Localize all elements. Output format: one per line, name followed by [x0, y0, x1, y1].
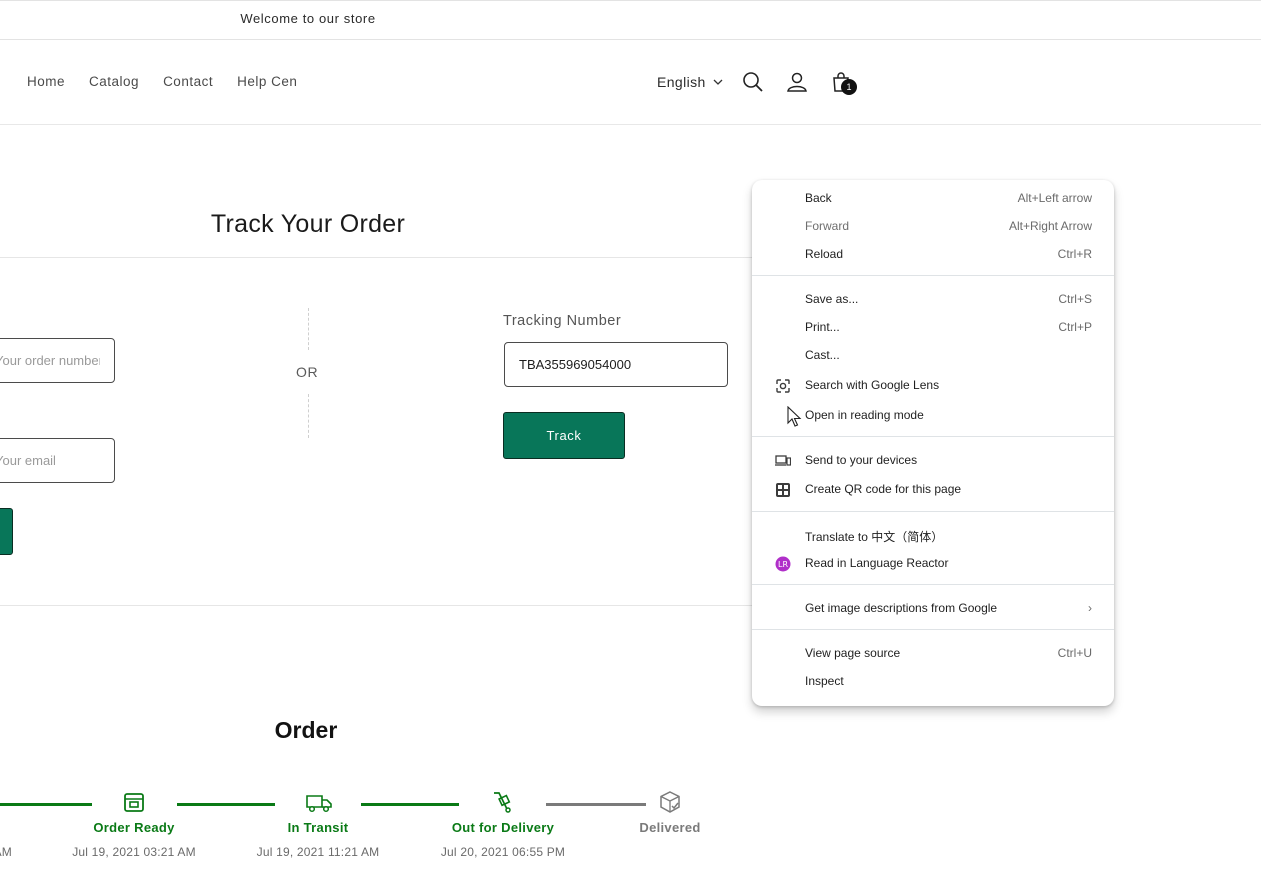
tracking-number-input[interactable] — [504, 342, 728, 387]
step-name-out-for-delivery: Out for Delivery — [451, 820, 555, 835]
menu-label: Save as... — [805, 292, 859, 306]
menu-separator — [752, 629, 1114, 630]
menu-item-inspect[interactable]: Inspect — [752, 667, 1114, 695]
menu-label: Reload — [805, 247, 844, 261]
step-date-in-transit: Jul 19, 2021 11:21 AM — [256, 845, 380, 859]
menu-label: Open in reading mode — [805, 408, 924, 422]
menu-separator — [752, 511, 1114, 512]
nav-contact[interactable]: Contact — [163, 74, 213, 89]
devices-icon — [775, 455, 791, 466]
language-reactor-icon: LR — [775, 556, 791, 572]
order-section-title: Order — [274, 717, 338, 743]
menu-shortcut: Alt+Right Arrow — [1008, 219, 1092, 233]
context-menu: Back Alt+Left arrow Forward Alt+Right Ar… — [752, 180, 1114, 706]
email-input[interactable] — [0, 438, 115, 483]
language-label: English — [657, 74, 706, 90]
or-divider-top — [308, 308, 309, 350]
menu-item-save-as[interactable]: Save as... Ctrl+S — [752, 285, 1114, 313]
menu-item-print[interactable]: Print... Ctrl+P — [752, 313, 1114, 341]
menu-shortcut: Ctrl+S — [1058, 292, 1092, 306]
menu-label: Inspect — [805, 674, 844, 688]
main-nav: Home Catalog Contact Help Cen — [27, 74, 297, 89]
menu-item-language-reactor[interactable]: LR Read in Language Reactor — [752, 549, 1114, 577]
menu-label: Create QR code for this page — [805, 482, 962, 496]
menu-shortcut: Ctrl+R — [1057, 247, 1092, 261]
menu-item-cast[interactable]: Cast... — [752, 341, 1114, 369]
step-name-in-transit: In Transit — [287, 820, 349, 835]
menu-item-google-lens[interactable]: Search with Google Lens — [752, 371, 1114, 399]
step-name-delivered: Delivered — [639, 820, 701, 835]
or-divider-bottom — [308, 394, 309, 438]
nav-catalog[interactable]: Catalog — [89, 74, 139, 89]
menu-label: Back — [805, 191, 832, 205]
menu-separator — [752, 275, 1114, 276]
search-icon[interactable] — [741, 70, 765, 94]
menu-label: Search with Google Lens — [805, 378, 940, 392]
progress-line — [361, 803, 459, 806]
mouse-cursor-icon — [787, 406, 802, 427]
divider — [0, 257, 760, 258]
or-label: OR — [296, 364, 319, 380]
menu-item-forward[interactable]: Forward Alt+Right Arrow — [752, 212, 1114, 240]
menu-label: View page source — [805, 646, 901, 660]
progress-line — [546, 803, 646, 806]
track-by-order-button[interactable] — [0, 508, 13, 555]
package-check-icon — [660, 791, 680, 813]
google-lens-icon — [776, 379, 790, 393]
announcement-text: Welcome to our store — [240, 11, 376, 26]
menu-label: Cast... — [805, 348, 840, 362]
qr-code-icon — [776, 483, 790, 497]
divider — [0, 605, 760, 606]
step-date-out-for-delivery: Jul 20, 2021 06:55 PM — [440, 845, 566, 859]
menu-item-qr-code[interactable]: Create QR code for this page — [752, 475, 1114, 503]
order-number-input[interactable] — [0, 338, 115, 383]
progress-line — [177, 803, 275, 806]
announcement-bar: Welcome to our store — [0, 0, 1261, 40]
box-icon — [124, 793, 144, 812]
step-date-tail: AM — [0, 845, 12, 859]
menu-label: Print... — [805, 320, 840, 334]
menu-shortcut: Ctrl+U — [1057, 646, 1092, 660]
menu-label: Read in Language Reactor — [805, 556, 949, 570]
menu-label: Send to your devices — [805, 453, 918, 467]
submenu-arrow-icon: › — [1088, 601, 1092, 615]
menu-label: Forward — [805, 219, 850, 233]
hand-truck-icon — [494, 792, 511, 813]
tracking-number-label: Tracking Number — [503, 313, 622, 329]
language-selector[interactable]: English — [657, 74, 724, 90]
step-name-order-ready: Order Ready — [93, 820, 175, 835]
site-header: Home Catalog Contact Help Cen English 1 — [0, 40, 1261, 125]
menu-item-translate[interactable]: Translate to 中文（简体） — [752, 521, 1114, 549]
nav-home[interactable]: Home — [27, 74, 65, 89]
menu-item-view-source[interactable]: View page source Ctrl+U — [752, 639, 1114, 667]
menu-item-send-to-devices[interactable]: Send to your devices — [752, 446, 1114, 474]
track-order-title: Track Your Order — [210, 210, 406, 238]
track-button[interactable]: Track — [503, 412, 625, 459]
truck-icon — [306, 795, 332, 813]
menu-item-back[interactable]: Back Alt+Left arrow — [752, 184, 1114, 212]
menu-label: Get image descriptions from Google — [805, 601, 998, 615]
menu-shortcut: Ctrl+P — [1058, 320, 1092, 334]
menu-separator — [752, 584, 1114, 585]
menu-item-image-descriptions[interactable]: Get image descriptions from Google › — [752, 594, 1114, 622]
cart-count-badge: 1 — [841, 79, 857, 95]
menu-label: Translate to 中文（简体） — [805, 530, 944, 544]
menu-shortcut: Alt+Left arrow — [1017, 191, 1092, 205]
progress-line — [0, 803, 92, 806]
account-icon[interactable] — [785, 70, 809, 94]
menu-separator — [752, 436, 1114, 437]
step-date-order-ready: Jul 19, 2021 03:21 AM — [72, 845, 196, 859]
svg-text:LR: LR — [778, 560, 788, 569]
nav-help-center[interactable]: Help Cen — [237, 74, 297, 89]
menu-item-reading-mode[interactable]: Open in reading mode — [752, 401, 1114, 429]
chevron-down-icon — [713, 79, 723, 85]
menu-item-reload[interactable]: Reload Ctrl+R — [752, 240, 1114, 268]
